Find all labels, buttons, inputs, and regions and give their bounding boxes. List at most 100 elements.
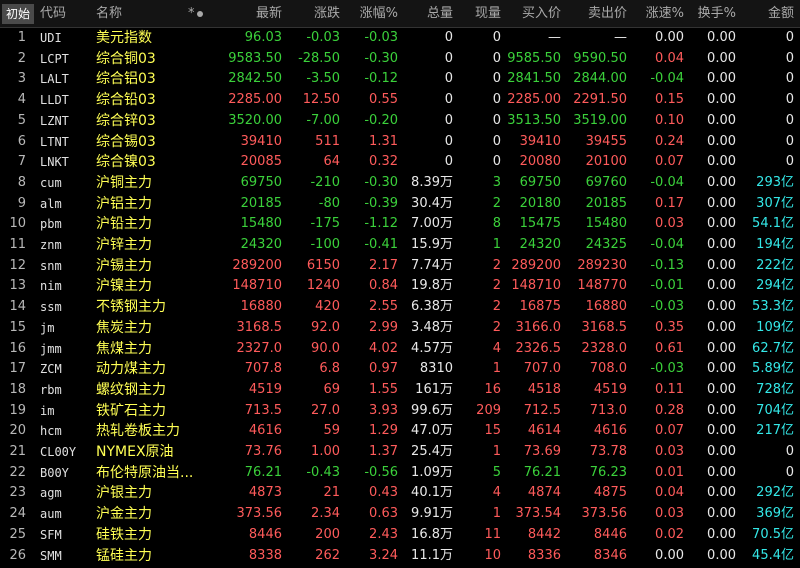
cell-idx: 23 <box>9 485 26 501</box>
cell-chg: -28.50 <box>298 50 340 66</box>
cell-idx: 10 <box>9 216 26 232</box>
cell-idx: 13 <box>9 278 26 294</box>
col-header-current-volume[interactable]: 现量 <box>453 0 501 28</box>
cell-speed: -0.13 <box>650 257 684 273</box>
table-row[interactable]: 12 snm 沪锡主力 289200 6150 2.17 7.74万 2 289200 28923… <box>0 256 800 277</box>
star-toggle[interactable]: * <box>188 0 203 28</box>
cell-idx: 3 <box>17 71 26 87</box>
table-row[interactable]: 26 SMM 锰硅主力 8338 262 3.24 11.1万 10 8336 8346 0.00 0… <box>0 546 800 567</box>
cell-idx: 25 <box>9 526 26 542</box>
cell-pct: -1.12 <box>364 216 398 232</box>
cell-pct: 0.55 <box>369 92 398 108</box>
table-row[interactable]: 23 agm 沪银主力 4873 21 0.43 40.1万 4 4874 4875 0.04 0.0… <box>0 483 800 504</box>
table-row[interactable]: 14 ssm 不锈钢主力 16880 420 2.55 6.38万 2 16875 16880 -0… <box>0 297 800 318</box>
cell-code: nim <box>40 279 62 294</box>
cell-name: 美元指数 <box>96 30 152 46</box>
cell-speed: -0.03 <box>650 361 684 377</box>
table-row[interactable]: 20 hcm 热轧卷板主力 4616 59 1.29 47.0万 15 4614 4616 0.07… <box>0 421 800 442</box>
cell-vol: 40.1万 <box>411 485 453 501</box>
table-row[interactable]: 10 pbm 沪铅主力 15480 -175 -1.12 7.00万 8 15475 15480 0… <box>0 214 800 235</box>
table-row[interactable]: 7 LNKT 综合镍03 20085 64 0.32 0 0 20080 20100 0.07 0.0… <box>0 152 800 173</box>
cell-code: agm <box>40 486 62 501</box>
cell-name: 沪铝主力 <box>96 195 152 212</box>
cell-vol: 9.91万 <box>411 506 453 522</box>
cell-turn: 0.00 <box>707 340 736 356</box>
cell-idx: 26 <box>9 547 26 563</box>
table-row[interactable]: 2 LCPT 综合铜03 9583.50 -28.50 -0.30 0 0 9585.50 959… <box>0 49 800 70</box>
table-row[interactable]: 22 B00Y 布伦特原油当... 76.21 -0.43 -0.56 1.09万 5 76.2… <box>0 463 800 484</box>
table-row[interactable]: 6 LTNT 综合锡03 39410 511 1.31 0 0 39410 39455 0.24 0.… <box>0 132 800 153</box>
table-row[interactable]: 9 alm 沪铝主力 20185 -80 -0.39 30.4万 2 20180 20185 0.1… <box>0 194 800 215</box>
cell-last: 4519 <box>248 381 282 397</box>
cell-pct: 1.55 <box>369 381 398 397</box>
table-row[interactable]: 18 rbm 螺纹钢主力 4519 69 1.55 161万 16 4518 4519 0.11 0.… <box>0 380 800 401</box>
table-row[interactable]: 15 jm 焦炭主力 3168.5 92.0 2.99 3.48万 2 3166.0 3168.5… <box>0 318 800 339</box>
cell-ask: 2291.50 <box>573 92 627 108</box>
cell-speed: -0.04 <box>650 237 684 252</box>
cell-speed: 0.07 <box>655 154 684 170</box>
table-row[interactable]: 5 LZNT 综合锌03 3520.00 -7.00 -0.20 0 0 3513.50 3519… <box>0 111 800 132</box>
cell-bid: 76.21 <box>523 464 561 480</box>
cell-code: ssm <box>40 300 62 315</box>
cell-bid: 2285.00 <box>507 92 561 108</box>
cell-cur: 15 <box>484 423 501 439</box>
table-row[interactable]: 25 SFM 硅铁主力 8446 200 2.43 16.8万 11 8442 8446 0.02 0… <box>0 525 800 546</box>
cell-code: im <box>40 403 55 418</box>
cell-amt: 194亿 <box>756 237 794 252</box>
table-row[interactable]: 13 nim 沪镍主力 148710 1240 0.84 19.8万 2 148710 14877… <box>0 276 800 297</box>
table-row[interactable]: 3 LALT 综合铝03 2842.50 -3.50 -0.12 0 0 2841.50 2844… <box>0 69 800 90</box>
cell-amt: 222亿 <box>756 257 794 273</box>
cell-code: CL00Y <box>40 445 77 459</box>
cell-cur: 11 <box>484 526 501 542</box>
cell-ask: 373.56 <box>581 506 628 522</box>
cell-bid: 24320 <box>519 237 561 252</box>
cell-amt: 217亿 <box>756 423 794 439</box>
cell-vol: 30.4万 <box>411 195 453 211</box>
col-header-bid[interactable]: 买入价 <box>501 0 561 28</box>
cell-chg: 69 <box>323 381 340 397</box>
cell-name: 沪铜主力 <box>96 174 152 191</box>
col-header-speed[interactable]: 涨速% <box>627 0 684 28</box>
table-row[interactable]: 24 aum 沪金主力 373.56 2.34 0.63 9.91万 1 373.54 373.5… <box>0 504 800 525</box>
cell-vol: 1.09万 <box>411 464 453 480</box>
table-row[interactable]: 8 cum 沪铜主力 69750 -210 -0.30 8.39万 3 69750 69760 -0… <box>0 173 800 194</box>
cell-chg: 511 <box>315 133 340 149</box>
cell-speed: 0.35 <box>655 319 684 335</box>
col-header-ask[interactable]: 卖出价 <box>561 0 627 28</box>
table-row[interactable]: 21 CL00Y NYMEX原油 73.76 1.00 1.37 25.4万 1 73.69 73… <box>0 442 800 463</box>
table-row[interactable]: 17 ZCM 动力煤主力 707.8 6.8 0.97 8310 1 707.0 708.0 -0.… <box>0 359 800 380</box>
cell-speed: 0.03 <box>655 506 684 522</box>
cell-ask: 4875 <box>593 485 627 501</box>
cell-code: jm <box>40 320 55 335</box>
cell-speed: 0.61 <box>655 340 684 356</box>
cell-ask: 9590.50 <box>573 50 627 66</box>
col-header-last[interactable]: 最新 <box>214 0 282 28</box>
cell-amt: 0 <box>785 154 794 170</box>
cell-speed: -0.04 <box>650 71 684 87</box>
cell-idx: 2 <box>17 50 26 66</box>
start-tab[interactable]: 初始 <box>2 4 34 24</box>
col-header-change[interactable]: 涨跌 <box>282 0 340 28</box>
cell-idx: 19 <box>9 402 26 418</box>
cell-cur: 2 <box>492 278 501 294</box>
table-row[interactable]: 11 znm 沪锌主力 24320 -100 -0.41 15.9万 1 24320 24325 -… <box>0 235 800 256</box>
table-row[interactable]: 16 jmm 焦煤主力 2327.0 90.0 4.02 4.57万 4 2326.5 2328.… <box>0 339 800 360</box>
col-header-volume[interactable]: 总量 <box>398 0 453 28</box>
col-header-turnover[interactable]: 换手% <box>684 0 736 28</box>
col-header-change-pct[interactable]: 涨幅% <box>340 0 398 28</box>
cell-bid: 712.5 <box>523 402 561 418</box>
col-header-amount[interactable]: 金额 <box>736 0 794 28</box>
table-row[interactable]: 4 LLDT 综合铅03 2285.00 12.50 0.55 0 0 2285.00 2291.… <box>0 90 800 111</box>
cell-pct: -0.56 <box>364 464 398 480</box>
col-header-name[interactable]: 名称 <box>96 0 156 28</box>
cell-vol: 15.9万 <box>411 237 453 252</box>
cell-vol: 161万 <box>415 381 453 397</box>
cell-speed: 0.03 <box>655 444 684 459</box>
table-row[interactable]: 19 im 铁矿石主力 713.5 27.0 3.93 99.6万 209 712.5 713.0… <box>0 401 800 422</box>
cell-ask: 76.23 <box>589 464 627 480</box>
cell-idx: 12 <box>9 257 26 273</box>
table-row[interactable]: 1 UDI 美元指数 96.03 -0.03 -0.03 0 0 — — 0.00 0.00 0 <box>0 28 800 49</box>
cell-last: 96.03 <box>244 30 282 45</box>
col-header-code[interactable]: 代码 <box>40 0 90 28</box>
cell-turn: 0.00 <box>707 216 736 232</box>
